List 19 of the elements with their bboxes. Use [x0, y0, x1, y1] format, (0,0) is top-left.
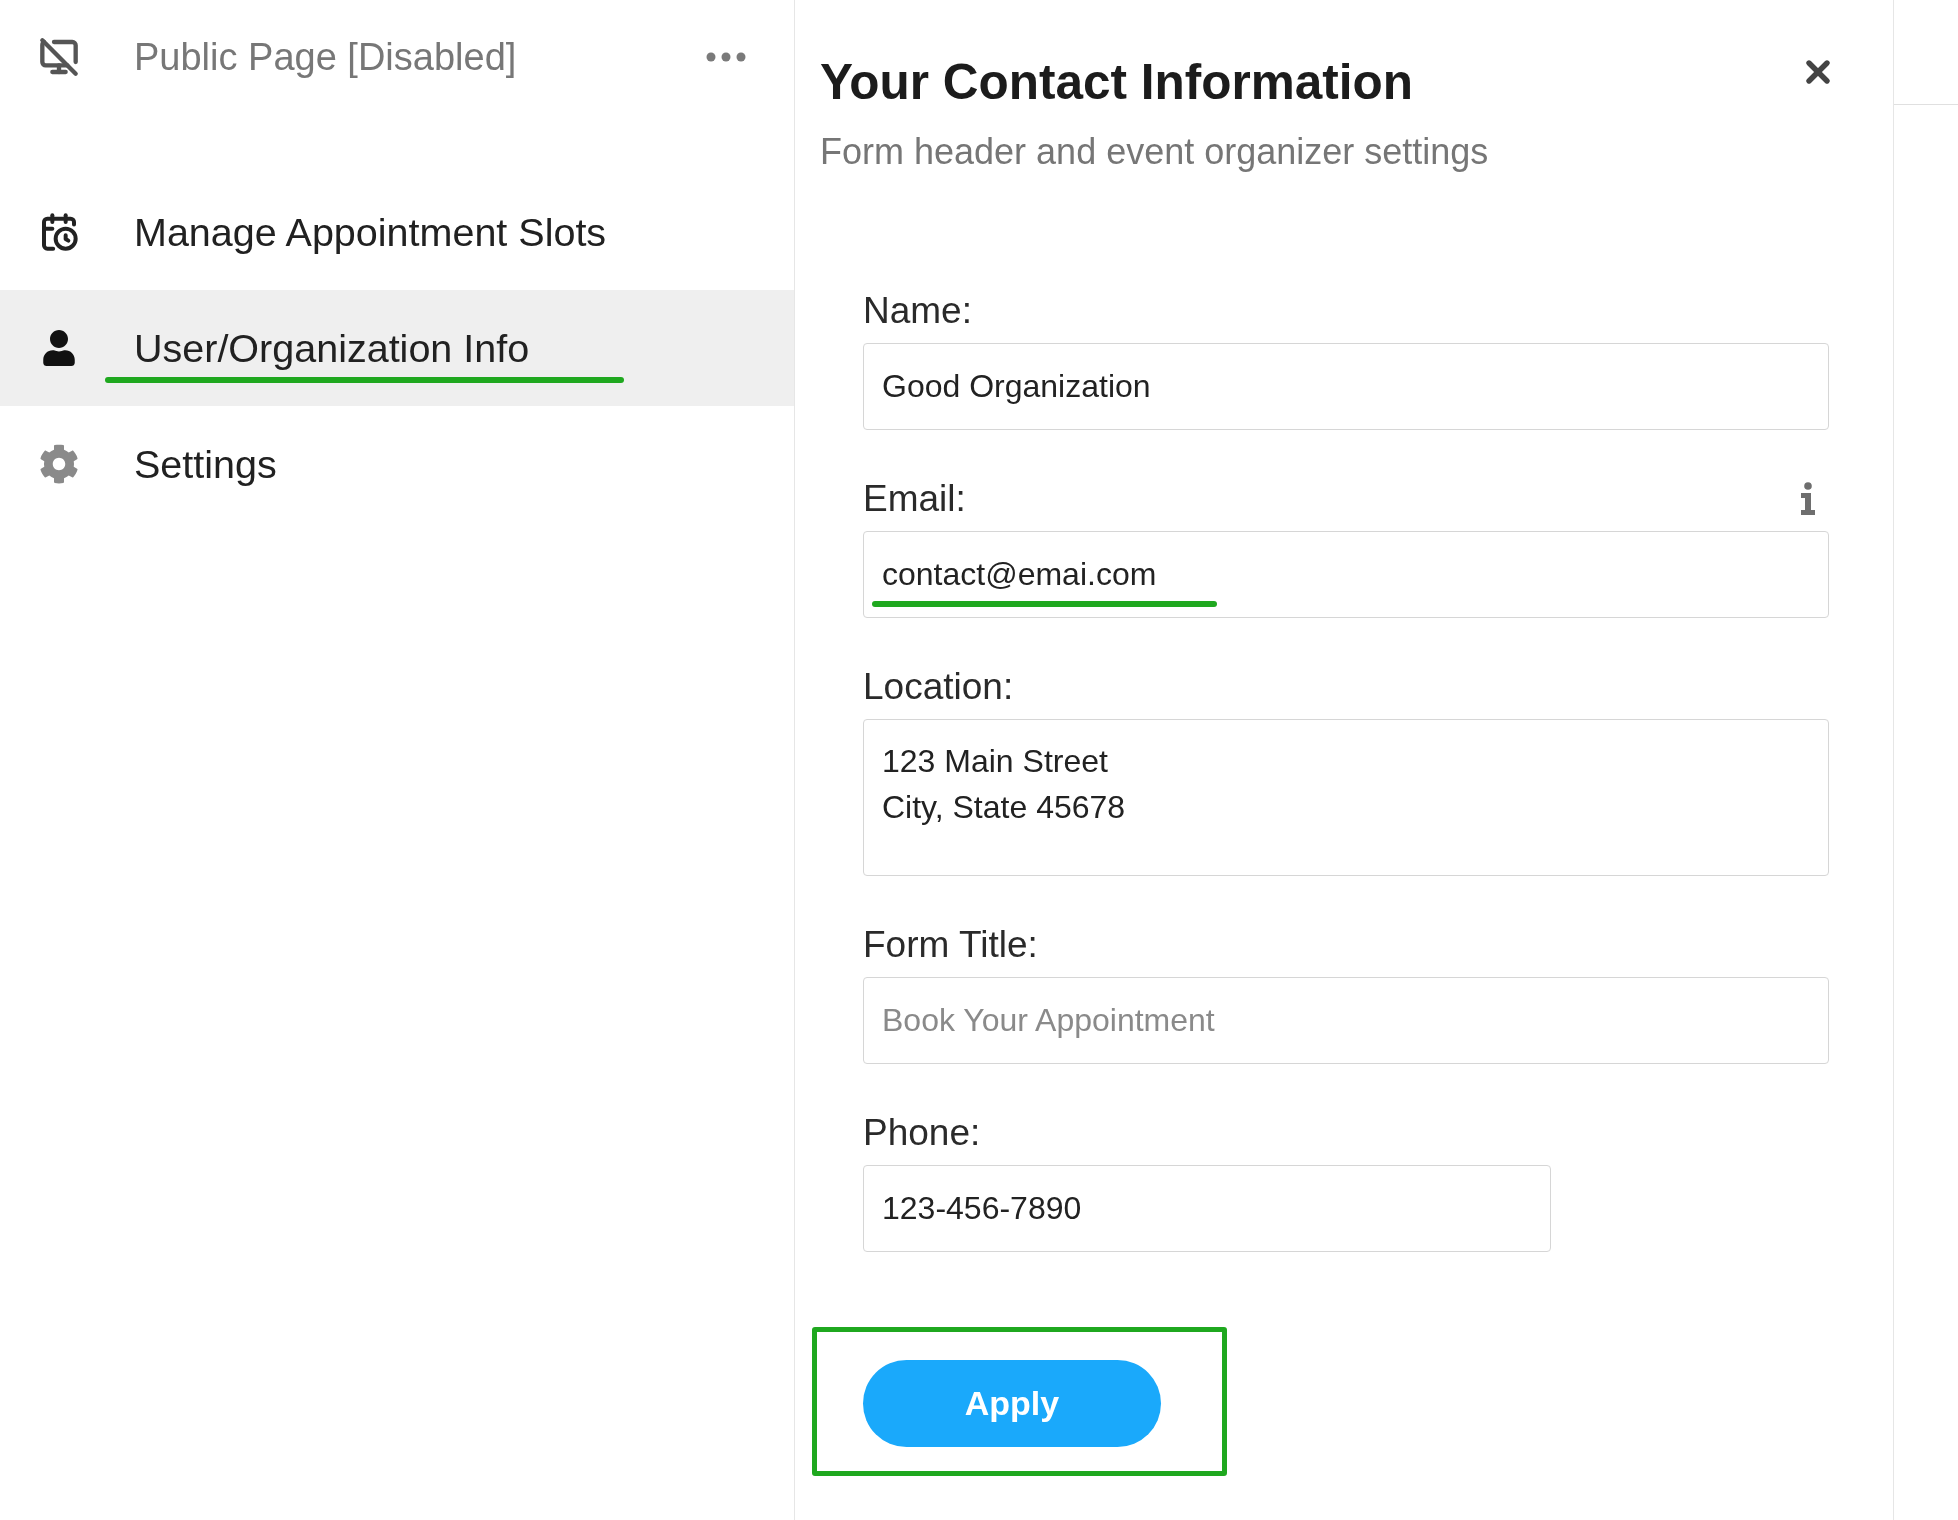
- input-field[interactable]: Book Your Appointment: [863, 977, 1829, 1064]
- field-label: Form Title:: [863, 923, 1038, 967]
- panel-subtitle: Form header and event organizer settings: [820, 131, 1489, 173]
- field-label: Location:: [863, 665, 1014, 709]
- text-area-field[interactable]: 123 Main Street City, State 45678: [863, 719, 1829, 876]
- panel-title: Your Contact Information: [820, 54, 1414, 110]
- input-field[interactable]: contact@emai.com: [863, 531, 1829, 618]
- field-label: Name:: [863, 289, 972, 333]
- info-icon[interactable]: [1799, 482, 1817, 516]
- field-label: Phone:: [863, 1111, 981, 1155]
- input-field[interactable]: 123-456-7890: [863, 1165, 1551, 1252]
- more-icon[interactable]: [706, 52, 746, 62]
- gear-icon: [39, 444, 79, 484]
- input-field[interactable]: Good Organization: [863, 343, 1829, 430]
- crossed-monitor-icon: [39, 37, 79, 77]
- sidebar-item[interactable]: User/Organization Info: [0, 290, 794, 406]
- field-label: Email:: [863, 477, 966, 521]
- person-icon: [41, 330, 77, 366]
- calendar-clock-icon: [39, 212, 79, 252]
